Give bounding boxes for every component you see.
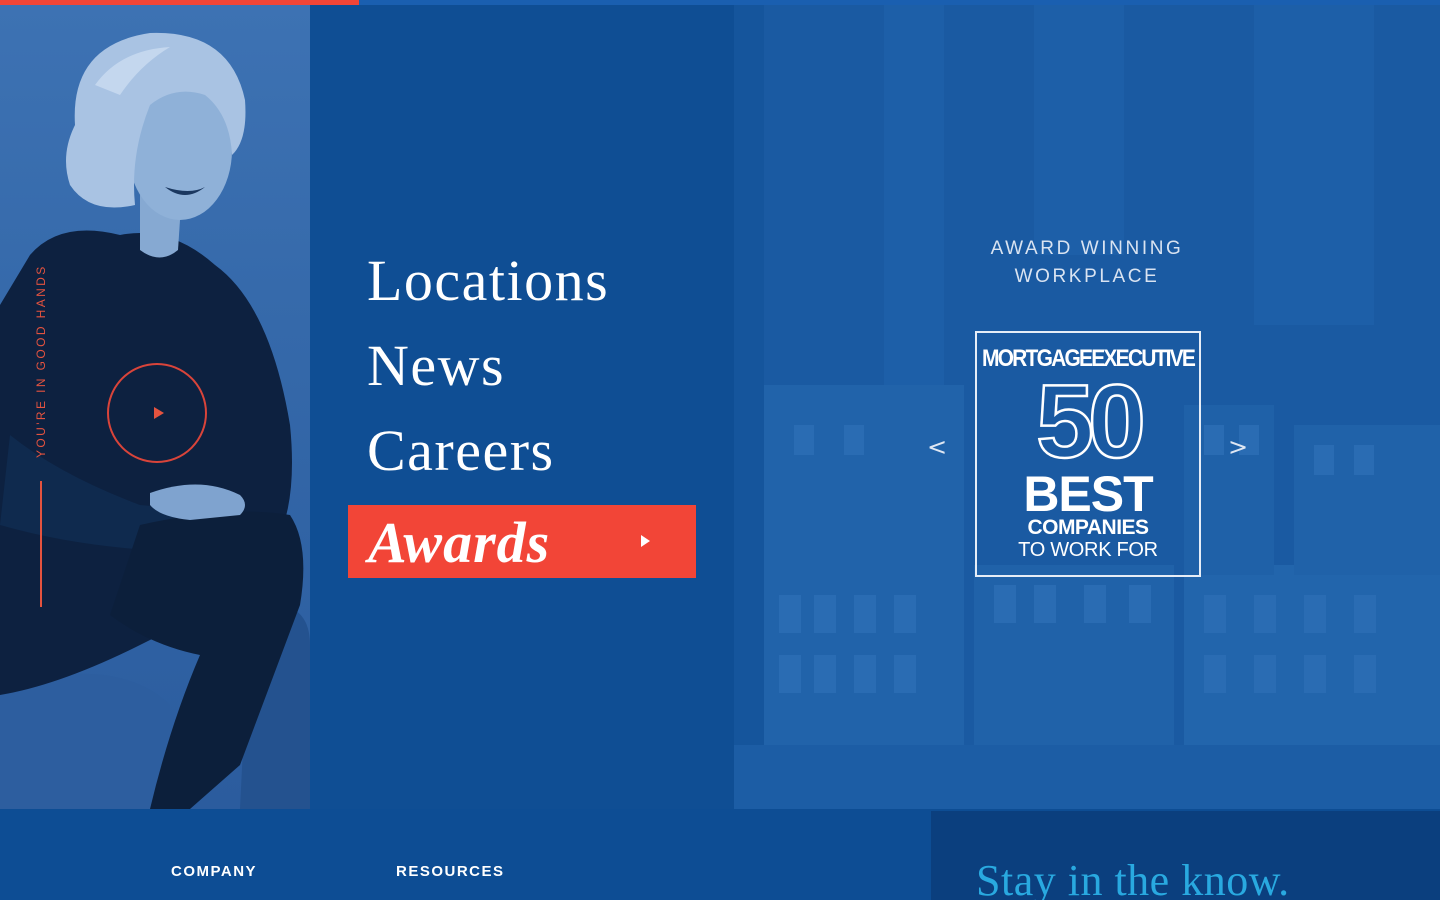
footer-resources-heading[interactable]: RESOURCES bbox=[396, 863, 505, 880]
newsletter-title: Stay in the know. bbox=[976, 856, 1290, 900]
play-arrow-icon bbox=[641, 535, 650, 547]
carousel-prev-button[interactable]: < bbox=[927, 433, 947, 461]
tagline-vertical-text: YOU'RE IN GOOD HANDS bbox=[34, 264, 48, 458]
award-heading: AWARD WINNING WORKPLACE bbox=[934, 235, 1240, 291]
site-footer: COMPANY RESOURCES Stay in the know. bbox=[0, 809, 1440, 900]
award-showcase: AWARD WINNING WORKPLACE < > MORTGAGEEXEC… bbox=[734, 5, 1440, 811]
play-video-button[interactable] bbox=[107, 363, 207, 463]
play-icon bbox=[154, 407, 164, 419]
badge-best: BEST bbox=[1023, 466, 1153, 522]
award-heading-line2: WORKPLACE bbox=[1014, 266, 1160, 287]
badge-companies: COMPANIES bbox=[1027, 516, 1149, 539]
nav-item-awards-label: Awards bbox=[368, 510, 551, 575]
award-heading-line1: AWARD WINNING bbox=[990, 238, 1184, 259]
footer-company-heading[interactable]: COMPANY bbox=[171, 863, 257, 880]
badge-to-work-for: TO WORK FOR bbox=[1018, 539, 1158, 561]
nav-item-careers[interactable]: Careers bbox=[367, 417, 555, 484]
carousel-next-button[interactable]: > bbox=[1228, 433, 1248, 461]
hero-photo: YOU'RE IN GOOD HANDS bbox=[0, 5, 310, 809]
nav-item-locations[interactable]: Locations bbox=[367, 247, 609, 314]
nav-item-news[interactable]: News bbox=[367, 332, 505, 399]
section-nav: Locations News Careers Awards bbox=[310, 5, 734, 809]
tagline-divider bbox=[40, 481, 42, 607]
nav-item-awards[interactable]: Awards bbox=[348, 505, 696, 578]
award-badge-logo: MORTGAGEEXECUTIVE 50 BEST COMPANIES TO W… bbox=[975, 331, 1201, 577]
newsletter-panel: Stay in the know. bbox=[931, 811, 1440, 900]
